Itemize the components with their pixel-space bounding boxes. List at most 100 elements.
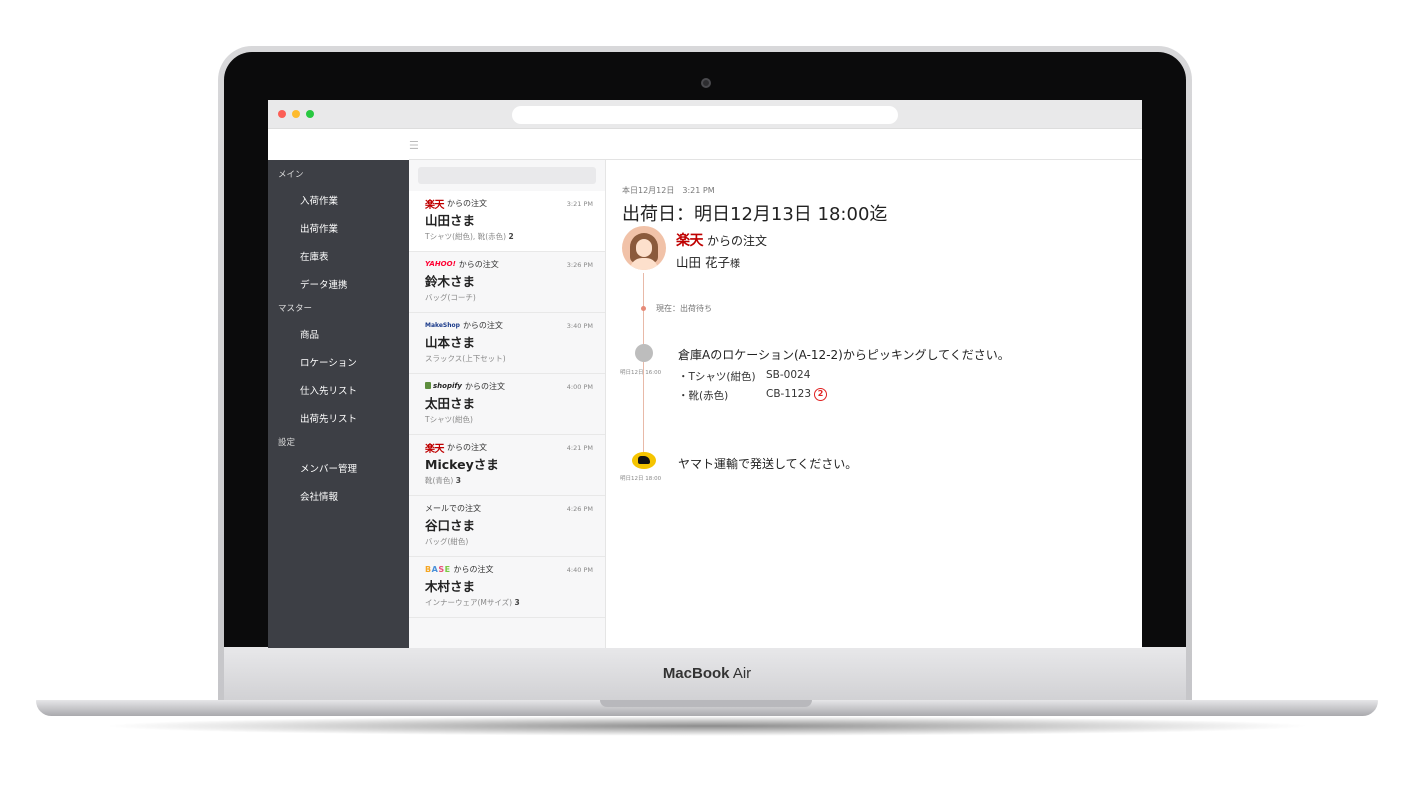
order-source: メールでの注文	[425, 503, 481, 513]
step-circle-icon	[635, 344, 653, 362]
laptop-notch	[600, 700, 812, 707]
order-source: からの注文	[447, 198, 487, 208]
order-items: バッグ(コーチ)	[425, 293, 476, 302]
order-customer: 山田さま	[425, 213, 476, 228]
order-source: からの注文	[707, 233, 768, 248]
sidebar-section-master: マスター	[278, 304, 313, 314]
order-source: からの注文	[453, 564, 494, 574]
browser-window: ☰ メイン 入荷作業 出荷作業 在庫表 データ連携 マスター 商品 ロケーション…	[268, 100, 1142, 648]
order-source: からの注文	[464, 381, 505, 391]
order-items: バッグ(紺色)	[425, 537, 469, 546]
order-customer: 木村さま	[425, 579, 476, 594]
sidebar-item-data-integration[interactable]: データ連携	[268, 270, 409, 298]
sidebar-item-inventory[interactable]: 在庫表	[268, 242, 409, 270]
status-dot-icon	[641, 306, 646, 311]
sidebar-item-members[interactable]: メンバー管理	[268, 454, 409, 482]
order-item[interactable]: MakeShop からの注文 3:40 PM 山本さま スラックス(上下セット)	[409, 313, 605, 374]
order-date: 本日12月12日 3:21 PM	[622, 186, 715, 195]
sidebar: メイン 入荷作業 出荷作業 在庫表 データ連携 マスター 商品 ロケーション 仕…	[268, 160, 409, 648]
shopify-logo: shopify	[425, 382, 462, 390]
order-time: 3:26 PM	[566, 261, 593, 269]
order-item[interactable]: 楽天 からの注文 4:21 PM Mickeyさま 靴(青色) 3	[409, 435, 605, 496]
order-items: インナーウェア(Mサイズ)	[425, 598, 513, 607]
makeshop-logo: MakeShop	[425, 321, 460, 329]
menu-icon[interactable]: ☰	[409, 139, 419, 152]
sidebar-item-products[interactable]: 商品	[268, 320, 409, 348]
order-detail: 本日12月12日 3:21 PM 出荷日：明日12月13日 18:00迄 楽天か…	[606, 160, 1142, 648]
camera-icon	[701, 78, 711, 88]
device-brand: MacBook Air	[662, 665, 752, 682]
sidebar-item-destinations[interactable]: 出荷先リスト	[268, 404, 409, 432]
step-message: ヤマト運輸で発送してください。	[678, 457, 858, 471]
avatar	[622, 226, 666, 270]
step-time: 明日12日 18:00	[620, 476, 662, 482]
app-header: ☰	[268, 129, 1142, 160]
order-time: 4:40 PM	[566, 566, 593, 574]
order-customer: Mickeyさま	[425, 457, 499, 472]
order-quantity: 2	[508, 232, 514, 241]
step-message: 倉庫Aのロケーション(A-12-2)からピッキングしてください。	[678, 348, 1010, 362]
order-items: 靴(青色)	[425, 476, 454, 485]
order-item[interactable]: shopify からの注文 4:00 PM 太田さま Tシャツ(紺色)	[409, 374, 605, 435]
rakuten-logo: 楽天	[425, 443, 445, 455]
order-item[interactable]: 楽天 からの注文 3:21 PM 山田さま Tシャツ(紺色), 靴(赤色) 2	[409, 191, 605, 252]
order-source: からの注文	[458, 259, 499, 269]
pick-item-code: CB-1123	[766, 388, 812, 400]
close-window-button[interactable]	[278, 110, 286, 118]
order-time: 4:26 PM	[566, 505, 593, 513]
shopify-bag-icon	[425, 382, 431, 389]
order-customer: 山本さま	[425, 335, 476, 350]
order-time: 3:21 PM	[566, 200, 593, 208]
order-time: 3:40 PM	[566, 322, 593, 330]
pick-item-name: ・Tシャツ(紺色)	[678, 371, 756, 383]
sidebar-item-locations[interactable]: ロケーション	[268, 348, 409, 376]
customer-name: 山田 花子	[676, 255, 730, 270]
current-status: 現在：出荷待ち	[656, 304, 712, 313]
sidebar-section-settings: 設定	[278, 438, 296, 448]
order-source: からの注文	[462, 320, 503, 330]
sidebar-item-receiving[interactable]: 入荷作業	[268, 186, 409, 214]
maximize-window-button[interactable]	[306, 110, 314, 118]
pick-item: ・靴(赤色) CB-1123 2	[678, 388, 828, 403]
laptop-shadow	[100, 716, 1314, 736]
browser-titlebar	[268, 100, 1142, 129]
base-logo: BASE	[425, 564, 451, 574]
sidebar-section-main: メイン	[278, 170, 304, 180]
sidebar-item-company[interactable]: 会社情報	[268, 482, 409, 510]
order-time: 4:21 PM	[566, 444, 593, 452]
address-bar[interactable]	[512, 106, 898, 124]
pick-item-code: SB-0024	[766, 369, 811, 381]
yahoo-logo: YAHOO!	[425, 260, 456, 268]
customer-suffix: 様	[729, 259, 740, 270]
order-items: Tシャツ(紺色)	[425, 415, 473, 424]
app-body: メイン 入荷作業 出荷作業 在庫表 データ連携 マスター 商品 ロケーション 仕…	[268, 160, 1142, 648]
order-list: 楽天 からの注文 3:21 PM 山田さま Tシャツ(紺色), 靴(赤色) 2 Y…	[409, 160, 606, 648]
order-customer: 太田さま	[425, 396, 476, 411]
order-item[interactable]: メールでの注文 4:26 PM 谷口さま バッグ(紺色)	[409, 496, 605, 557]
header-logo-area	[268, 129, 409, 160]
order-items: スラックス(上下セット)	[425, 354, 506, 363]
order-time: 4:00 PM	[566, 383, 593, 391]
laptop-mockup: MacBook Air ☰ メイン 入荷作業 出荷作業 在庫表 データ連携 マス…	[0, 0, 1414, 792]
pick-item-name: ・靴(赤色)	[678, 390, 729, 402]
yamato-logo-icon	[632, 452, 656, 469]
order-source: からの注文	[447, 442, 487, 452]
order-customer: 谷口さま	[425, 518, 476, 533]
order-items: Tシャツ(紺色), 靴(赤色)	[425, 232, 507, 241]
quantity-badge: 2	[814, 388, 828, 401]
order-quantity: 3	[514, 598, 520, 607]
step-time: 明日12日 16:00	[620, 370, 662, 376]
rakuten-logo: 楽天	[425, 199, 445, 211]
order-item[interactable]: BASE からの注文 4:40 PM 木村さま インナーウェア(Mサイズ) 3	[409, 557, 605, 618]
page-title: 出荷日：明日12月13日 18:00迄	[622, 204, 888, 225]
order-quantity: 3	[455, 476, 461, 485]
sidebar-item-shipping[interactable]: 出荷作業	[268, 214, 409, 242]
timeline-line	[643, 273, 644, 458]
order-item[interactable]: YAHOO! からの注文 3:26 PM 鈴木さま バッグ(コーチ)	[409, 252, 605, 313]
search-input[interactable]	[418, 167, 596, 184]
rakuten-logo: 楽天	[676, 233, 704, 249]
sidebar-item-suppliers[interactable]: 仕入先リスト	[268, 376, 409, 404]
pick-item: ・Tシャツ(紺色) SB-0024	[678, 369, 810, 384]
minimize-window-button[interactable]	[292, 110, 300, 118]
order-customer: 鈴木さま	[425, 274, 476, 289]
